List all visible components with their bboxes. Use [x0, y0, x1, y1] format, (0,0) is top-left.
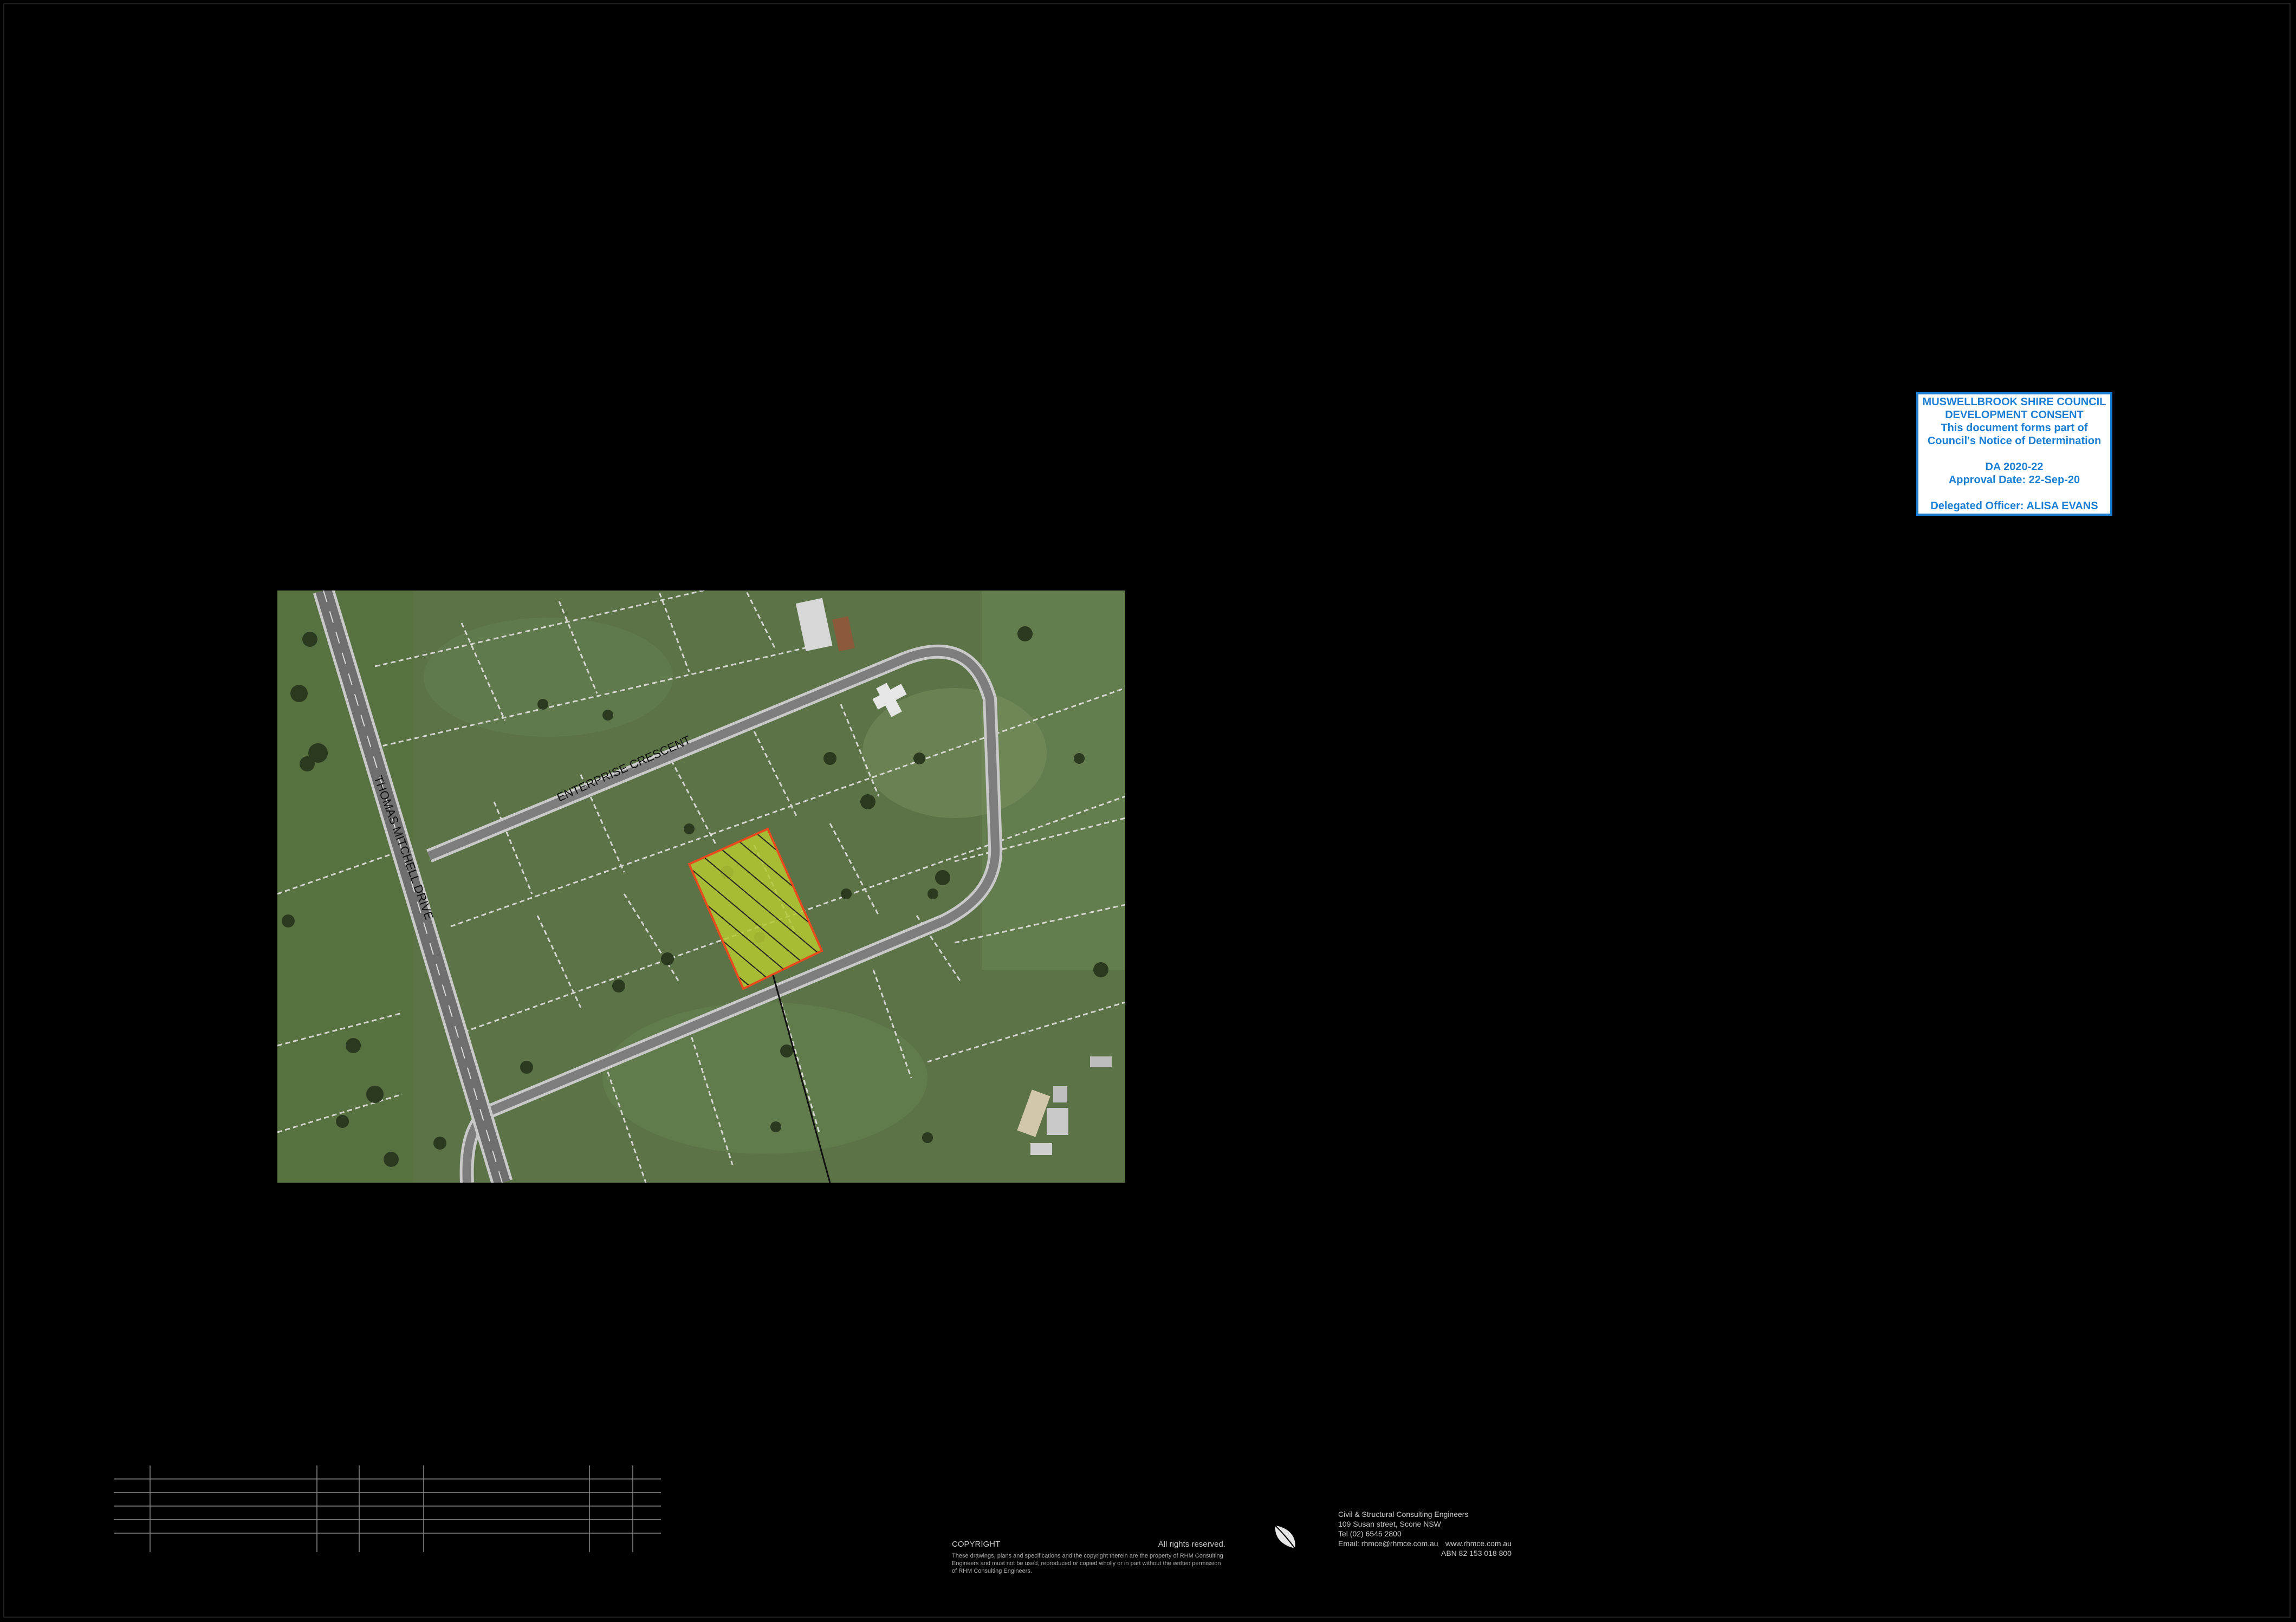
stamp-line-4: Council's Notice of Determination — [1927, 435, 2102, 447]
firm-address: 109 Susan street, Scone NSW — [1338, 1520, 1441, 1528]
stamp-da-number: DA 2020-22 — [1985, 461, 2044, 473]
firm-tagline: Civil & Structural Consulting Engineers — [1338, 1510, 1469, 1519]
copyright-notice: These drawings, plans and specifications… — [952, 1553, 1223, 1574]
firm-phone: Tel (02) 6545 2800 — [1338, 1529, 1402, 1538]
stamp-consent-title: DEVELOPMENT CONSENT — [1945, 409, 2084, 421]
firm-email: Email: rhmce@rhmce.com.au — [1338, 1539, 1438, 1548]
copyright-block: COPYRIGHT All rights reserved. These dra… — [952, 1540, 1225, 1575]
firm-logo-icon — [1273, 1523, 1297, 1550]
stamp-council-name: MUSWELLBROOK SHIRE COUNCIL — [1922, 396, 2106, 408]
firm-abn: ABN 82 153 018 800 — [1441, 1549, 1512, 1558]
revision-table — [114, 1463, 661, 1552]
stamp-line-3: This document forms part of — [1941, 422, 2088, 434]
stamp-officer: Delegated Officer: ALISA EVANS — [1930, 500, 2098, 512]
aerial-site-map: THOMAS MITCHELL DRIVE ENTERPRISE CRESCEN… — [277, 591, 1125, 1183]
council-consent-stamp: MUSWELLBROOK SHIRE COUNCIL DEVELOPMENT C… — [1916, 392, 2112, 516]
copyright-title: COPYRIGHT — [952, 1540, 1001, 1549]
firm-details: Civil & Structural Consulting Engineers … — [1338, 1509, 1512, 1558]
copyright-rights: All rights reserved. — [1158, 1540, 1225, 1549]
stamp-approval-date: Approval Date: 22-Sep-20 — [1948, 474, 2080, 486]
firm-website: www.rhmce.com.au — [1445, 1539, 1512, 1548]
